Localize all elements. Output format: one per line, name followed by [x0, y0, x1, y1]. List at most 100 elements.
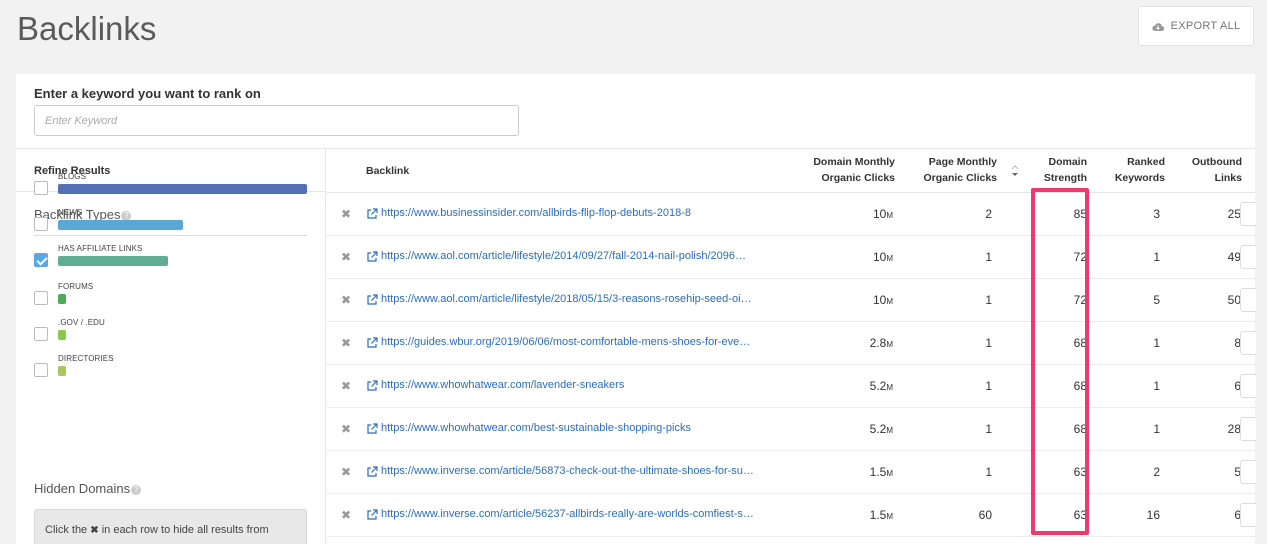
column-header-backlink[interactable]: Backlink [366, 163, 409, 179]
filter-checkbox[interactable] [34, 253, 48, 267]
filter-checkbox[interactable] [34, 291, 48, 305]
export-all-button[interactable]: EXPORT ALL [1138, 6, 1254, 46]
refine-sidebar: Refine Results Backlink Types? BLOGS NEWS… [16, 149, 326, 544]
backlinks-table: Backlink Domain Monthly Organic Clicks P… [327, 149, 1256, 544]
domain-clicks-cell: 1.5M [803, 465, 893, 479]
backlink-url[interactable]: https://www.whowhatwear.com/best-sustain… [381, 422, 691, 434]
column-header-line: Links [1214, 172, 1242, 184]
backlink-url[interactable]: https://www.inverse.com/article/56873-ch… [381, 465, 754, 477]
backlink-type-filter[interactable]: .GOV / .EDU [34, 315, 309, 345]
table-row: ✖ https://www.whowhatwear.com/best-sustai… [327, 408, 1256, 451]
filter-checkbox[interactable] [34, 181, 48, 195]
external-link-icon[interactable] [366, 337, 378, 349]
row-action-button[interactable] [1240, 202, 1256, 226]
domain-clicks-value: 10 [872, 250, 887, 264]
column-header-domain-clicks[interactable]: Domain Monthly Organic Clicks [773, 154, 895, 186]
backlink-type-filter[interactable]: DIRECTORIES [34, 351, 309, 381]
backlink-url[interactable]: https://www.whowhatwear.com/lavender-sne… [381, 379, 624, 391]
filter-checkbox[interactable] [34, 363, 48, 377]
external-link-icon[interactable] [366, 208, 378, 220]
row-action-button[interactable] [1240, 460, 1256, 484]
domain-clicks-cell: 10M [803, 207, 893, 221]
domain-clicks-cell: 1.5M [803, 508, 893, 522]
filter-label: HAS AFFILIATE LINKS [58, 244, 143, 253]
keyword-input[interactable] [34, 105, 519, 136]
backlink-type-filter[interactable]: FORUMS [34, 279, 309, 309]
table-row: ✖ https://www.inverse.com/article/56237-a… [327, 494, 1256, 537]
table-row: ✖ https://guides.wbur.org/2019/06/06/most… [327, 322, 1256, 365]
column-header-line: Domain [1048, 156, 1087, 168]
close-icon: ✖ [90, 525, 99, 536]
column-header-line: Domain Monthly [813, 156, 895, 168]
filter-checkbox[interactable] [34, 217, 48, 231]
column-header-domain-strength[interactable]: Domain Strength [1027, 154, 1087, 186]
close-icon[interactable]: ✖ [341, 250, 351, 264]
backlink-type-filter[interactable]: BLOGS [34, 169, 309, 199]
outbound-links-cell: 25 [1227, 207, 1241, 221]
filter-label: .GOV / .EDU [58, 318, 105, 327]
close-icon[interactable]: ✖ [341, 508, 351, 522]
hidden-domains-label: Hidden Domains [34, 481, 131, 496]
close-icon[interactable]: ✖ [341, 293, 351, 307]
ranked-keywords-cell: 1 [1153, 422, 1160, 436]
backlink-type-filter[interactable]: NEWS [34, 205, 309, 235]
domain-clicks-value: 1.5 [869, 508, 887, 522]
domain-strength-cell: 68 [1073, 336, 1087, 350]
domain-clicks-value: 1.5 [869, 465, 887, 479]
column-header-page-clicks[interactable]: Page Monthly Organic Clicks [897, 154, 997, 186]
sort-icon[interactable] [1011, 163, 1019, 179]
close-icon[interactable]: ✖ [341, 336, 351, 350]
hidden-domains-title: Hidden Domains? [34, 481, 142, 496]
domain-clicks-unit: M [886, 383, 893, 392]
domain-clicks-unit: M [886, 426, 893, 435]
ranked-keywords-cell: 3 [1153, 207, 1160, 221]
row-action-button[interactable] [1240, 331, 1256, 355]
column-header-outbound-links[interactable]: Outbound Links [1172, 154, 1242, 186]
filter-label: BLOGS [58, 172, 87, 181]
backlink-url[interactable]: https://www.aol.com/article/lifestyle/20… [381, 250, 746, 262]
external-link-icon[interactable] [366, 423, 378, 435]
column-header-line: Strength [1043, 172, 1087, 184]
close-icon[interactable]: ✖ [341, 422, 351, 436]
backlink-type-filter[interactable]: HAS AFFILIATE LINKS [34, 241, 309, 271]
filter-share-bar [58, 220, 183, 230]
table-row: ✖ https://www.aol.com/article/lifestyle/2… [327, 279, 1256, 322]
row-action-button[interactable] [1240, 245, 1256, 269]
row-action-button[interactable] [1240, 374, 1256, 398]
close-icon[interactable]: ✖ [341, 465, 351, 479]
help-icon[interactable]: ? [131, 485, 142, 495]
column-header-ranked-keywords[interactable]: Ranked Keywords [1097, 154, 1165, 186]
column-header-line: Organic Clicks [923, 172, 997, 184]
page-clicks-cell: 1 [985, 465, 992, 479]
backlink-url[interactable]: https://www.inverse.com/article/56237-al… [381, 508, 754, 520]
domain-clicks-value: 10 [872, 207, 887, 221]
domain-strength-cell: 68 [1073, 379, 1087, 393]
external-link-icon[interactable] [366, 466, 378, 478]
filter-label: DIRECTORIES [58, 354, 114, 363]
filter-share-bar [58, 330, 66, 340]
domain-clicks-value: 5.2 [869, 422, 887, 436]
table-row: ✖ https://www.businessinsider.com/allbird… [327, 193, 1256, 236]
external-link-icon[interactable] [366, 251, 378, 263]
hidden-domains-box: Click the ✖ in each row to hide all resu… [34, 509, 307, 544]
cloud-download-icon [1151, 22, 1164, 31]
domain-strength-cell: 63 [1073, 465, 1087, 479]
backlink-url[interactable]: https://www.aol.com/article/lifestyle/20… [381, 293, 752, 305]
outbound-links-cell: 6 [1234, 379, 1241, 393]
external-link-icon[interactable] [366, 509, 378, 521]
ranked-keywords-cell: 1 [1153, 379, 1160, 393]
row-action-button[interactable] [1240, 417, 1256, 441]
ranked-keywords-cell: 1 [1153, 336, 1160, 350]
outbound-links-cell: 6 [1234, 508, 1241, 522]
row-action-button[interactable] [1240, 503, 1256, 527]
backlink-url[interactable]: https://guides.wbur.org/2019/06/06/most-… [381, 336, 750, 348]
backlink-url[interactable]: https://www.businessinsider.com/allbirds… [381, 207, 691, 219]
close-icon[interactable]: ✖ [341, 207, 351, 221]
table-row: ✖ https://www.whowhatwear.com/lavender-sn… [327, 365, 1256, 408]
filter-share-bar [58, 184, 307, 194]
external-link-icon[interactable] [366, 294, 378, 306]
external-link-icon[interactable] [366, 380, 378, 392]
close-icon[interactable]: ✖ [341, 379, 351, 393]
row-action-button[interactable] [1240, 288, 1256, 312]
filter-checkbox[interactable] [34, 327, 48, 341]
